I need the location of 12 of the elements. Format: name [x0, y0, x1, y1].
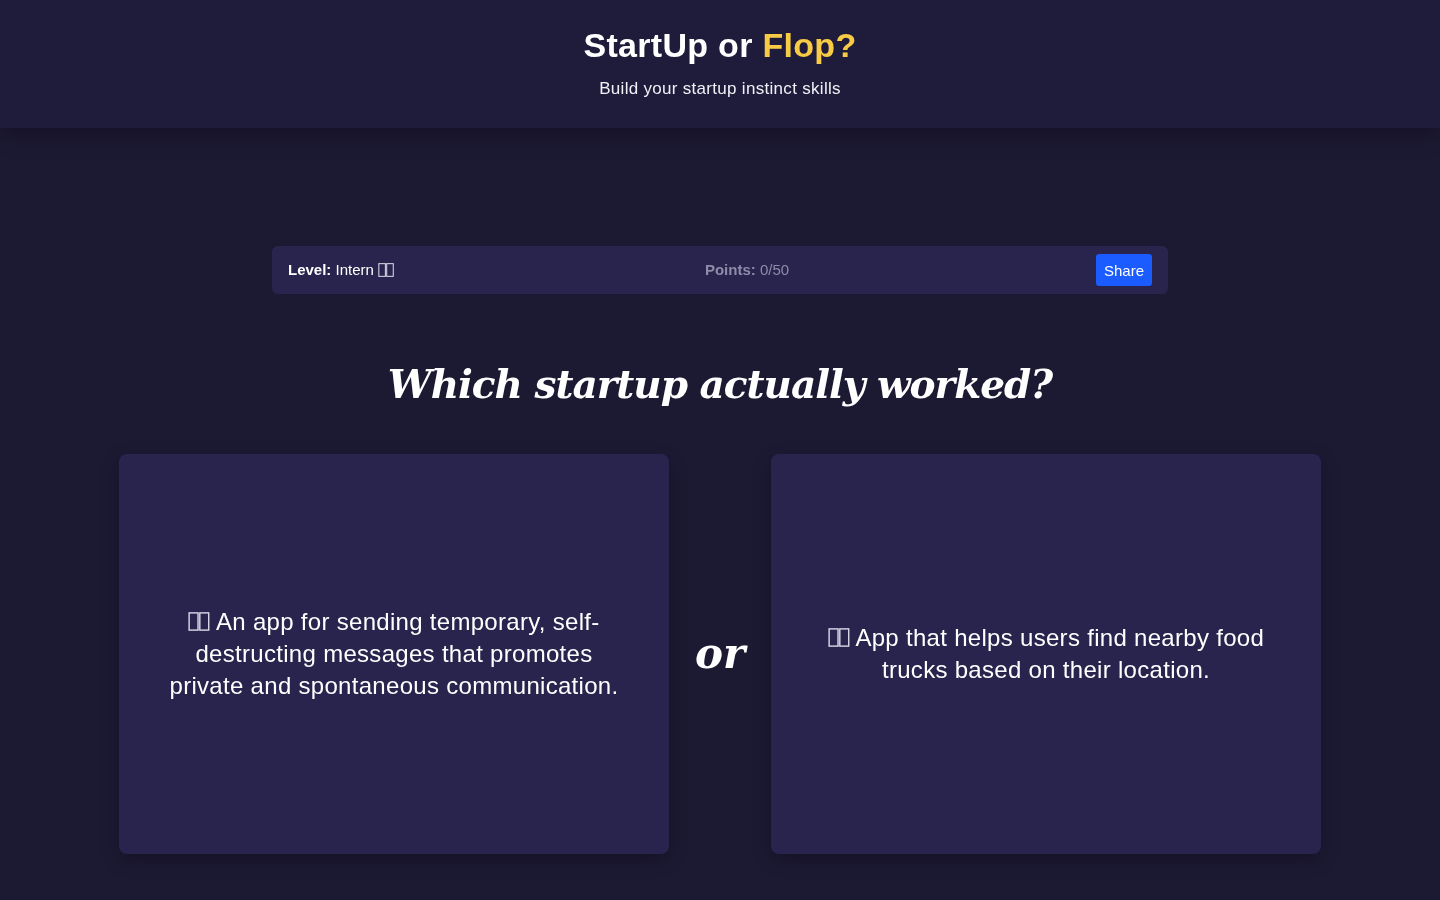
level-text: Level: Intern	[288, 260, 374, 280]
points-text: Points: 0/50	[704, 260, 790, 280]
share-button[interactable]: Share	[1095, 254, 1152, 286]
app-subtitle: Build your startup instinct skills	[599, 78, 841, 100]
startup-choice-card[interactable]: App that helps users find nearby food trucks based on their location.	[771, 454, 1321, 854]
empty-boxes-icon	[377, 263, 394, 277]
question-heading: Which startup actually worked?	[387, 360, 1053, 409]
empty-boxes-icon	[188, 612, 211, 631]
empty-boxes-icon	[827, 628, 850, 647]
app-title: StartUp or Flop?	[583, 25, 857, 66]
startup-choice-card[interactable]: An app for sending temporary, self-destructing messages that promotes private and spontaneous communication.	[119, 454, 669, 854]
or-separator: or	[694, 629, 746, 679]
